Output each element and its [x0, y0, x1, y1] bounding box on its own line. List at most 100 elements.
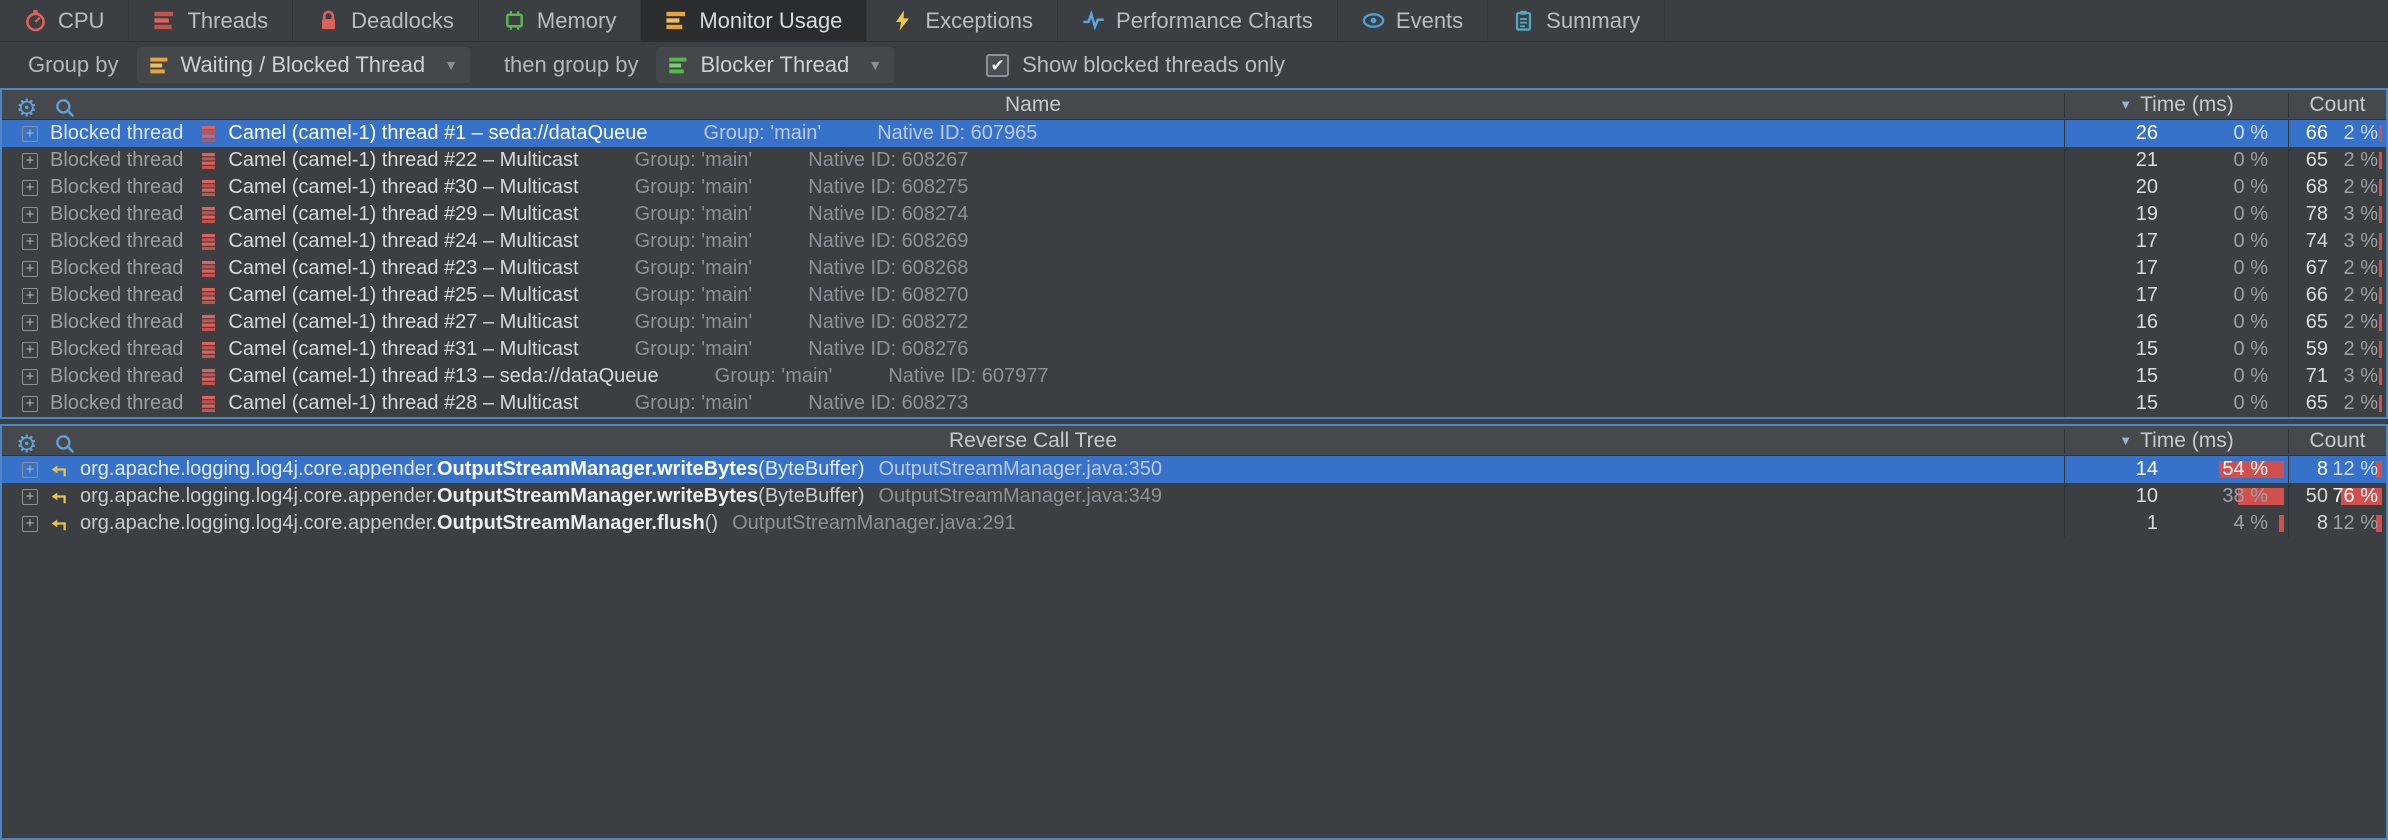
thread-native-id: Native ID: 607977	[888, 365, 1048, 388]
tab-summary[interactable]: Summary	[1488, 0, 1665, 41]
blocked-thread-row[interactable]: Blocked thread Camel (camel-1) thread #2…	[2, 282, 2386, 309]
expand-icon[interactable]	[22, 234, 38, 250]
expand-icon[interactable]	[22, 288, 38, 304]
exceptions-icon	[891, 9, 914, 32]
blocked-thread-icon	[201, 125, 216, 143]
blocked-thread-row[interactable]: Blocked thread Camel (camel-1) thread #1…	[2, 120, 2386, 147]
checkbox[interactable]: ✔	[986, 54, 1009, 77]
thread-native-id: Native ID: 608276	[808, 338, 968, 361]
thread-name-cell: Blocked thread Camel (camel-1) thread #2…	[2, 392, 2064, 415]
summary-icon	[1512, 9, 1535, 32]
view-tabbar: CPU Threads Deadlocks Memory Monitor Usa…	[0, 0, 2388, 42]
method-name: OutputStreamManager.flush	[437, 512, 705, 535]
count-percent-cell: 2 %	[2332, 120, 2386, 147]
then-group-by-dropdown[interactable]: Blocker Thread ▼	[656, 47, 894, 83]
tab-performance-charts[interactable]: Performance Charts	[1058, 0, 1338, 41]
group-by-label: Group by	[28, 52, 119, 78]
calltree-empty-area	[2, 537, 2386, 838]
sort-desc-icon: ▼	[2119, 433, 2132, 448]
time-percent-cell: 0 %	[2168, 147, 2288, 174]
blocker-thread-icon	[668, 55, 689, 76]
thread-name: Camel (camel-1) thread #13 – seda://data…	[228, 365, 658, 388]
expand-icon[interactable]	[22, 180, 38, 196]
count-value: 67	[2288, 255, 2332, 282]
time-column-header[interactable]: ▼ Time (ms)	[2064, 429, 2288, 453]
percent-bar	[2379, 368, 2382, 385]
gear-icon[interactable]: ⚙	[16, 432, 38, 456]
method-args: (ByteBuffer)	[758, 458, 864, 481]
tab-exceptions[interactable]: Exceptions	[867, 0, 1058, 41]
count-percent-cell: 2 %	[2332, 147, 2386, 174]
call-tree-row[interactable]: org.apache.logging.log4j.core.appender.O…	[2, 510, 2386, 537]
blocked-thread-row[interactable]: Blocked thread Camel (camel-1) thread #2…	[2, 228, 2386, 255]
count-percent-cell: 3 %	[2332, 201, 2386, 228]
expand-icon[interactable]	[22, 153, 38, 169]
thread-group: Group: 'main'	[635, 392, 753, 415]
tab-events[interactable]: Events	[1338, 0, 1488, 41]
time-percent: 0 %	[2234, 284, 2268, 306]
tab-deadlocks[interactable]: Deadlocks	[293, 0, 479, 41]
count-percent-cell: 2 %	[2332, 309, 2386, 336]
time-ms-value: 16	[2064, 309, 2168, 336]
count-column-header[interactable]: Count	[2288, 429, 2386, 453]
expand-icon[interactable]	[22, 207, 38, 223]
time-column-header[interactable]: ▼ Time (ms)	[2064, 93, 2288, 117]
chevron-down-icon: ▼	[444, 57, 458, 73]
expand-icon[interactable]	[22, 489, 38, 505]
expand-icon[interactable]	[22, 342, 38, 358]
tab-cpu[interactable]: CPU	[0, 0, 129, 41]
blocked-thread-row[interactable]: Blocked thread Camel (camel-1) thread #2…	[2, 201, 2386, 228]
thread-name: Camel (camel-1) thread #22 – Multicast	[228, 149, 578, 172]
expand-icon[interactable]	[22, 315, 38, 331]
expand-icon[interactable]	[22, 126, 38, 142]
expand-icon[interactable]	[22, 261, 38, 277]
name-column-header[interactable]: ⚙ Name	[2, 93, 2064, 117]
count-value: 65	[2288, 147, 2332, 174]
percent-bar	[2379, 125, 2382, 142]
expand-icon[interactable]	[22, 516, 38, 532]
column-label-time: Time (ms)	[2140, 429, 2234, 453]
thread-state-label: Blocked thread	[50, 284, 183, 307]
expand-icon[interactable]	[22, 369, 38, 385]
search-icon[interactable]	[54, 97, 76, 119]
profiler-window: CPU Threads Deadlocks Memory Monitor Usa…	[0, 0, 2388, 840]
thread-name: Camel (camel-1) thread #25 – Multicast	[228, 284, 578, 307]
group-by-dropdown[interactable]: Waiting / Blocked Thread ▼	[137, 47, 470, 83]
show-blocked-threads-only[interactable]: ✔ Show blocked threads only	[986, 52, 1285, 78]
tab-threads[interactable]: Threads	[129, 0, 293, 41]
back-trace-icon	[50, 515, 68, 533]
blocked-thread-row[interactable]: Blocked thread Camel (camel-1) thread #3…	[2, 336, 2386, 363]
count-percent: 12 %	[2332, 458, 2378, 480]
blocked-thread-row[interactable]: Blocked thread Camel (camel-1) thread #2…	[2, 255, 2386, 282]
time-percent: 0 %	[2234, 122, 2268, 144]
thread-name-cell: Blocked thread Camel (camel-1) thread #2…	[2, 149, 2064, 172]
thread-state-label: Blocked thread	[50, 122, 183, 145]
thread-name: Camel (camel-1) thread #29 – Multicast	[228, 203, 578, 226]
count-column-header[interactable]: Count	[2288, 93, 2386, 117]
gear-icon[interactable]: ⚙	[16, 96, 38, 120]
tab-memory[interactable]: Memory	[479, 0, 641, 41]
blocked-thread-icon	[201, 206, 216, 224]
time-percent-cell: 4 %	[2168, 510, 2288, 537]
count-value: 66	[2288, 282, 2332, 309]
search-icon[interactable]	[54, 433, 76, 455]
call-tree-row[interactable]: org.apache.logging.log4j.core.appender.O…	[2, 483, 2386, 510]
thread-name: Camel (camel-1) thread #23 – Multicast	[228, 257, 578, 280]
blocked-thread-row[interactable]: Blocked thread Camel (camel-1) thread #1…	[2, 363, 2386, 390]
blocked-thread-row[interactable]: Blocked thread Camel (camel-1) thread #3…	[2, 174, 2386, 201]
blocked-thread-row[interactable]: Blocked thread Camel (camel-1) thread #2…	[2, 390, 2386, 417]
count-percent-cell: 3 %	[2332, 363, 2386, 390]
table-tools: ⚙	[16, 93, 76, 123]
expand-icon[interactable]	[22, 396, 38, 412]
tab-label: Summary	[1546, 8, 1640, 34]
blocked-thread-row[interactable]: Blocked thread Camel (camel-1) thread #2…	[2, 309, 2386, 336]
time-percent: 0 %	[2234, 176, 2268, 198]
calltree-title-header[interactable]: ⚙ Reverse Call Tree	[2, 429, 2064, 453]
tab-label: Monitor Usage	[699, 8, 842, 34]
expand-icon[interactable]	[22, 462, 38, 478]
blocked-thread-row[interactable]: Blocked thread Camel (camel-1) thread #2…	[2, 147, 2386, 174]
method-cell: org.apache.logging.log4j.core.appender.O…	[2, 512, 2064, 535]
call-tree-row[interactable]: org.apache.logging.log4j.core.appender.O…	[2, 456, 2386, 483]
time-ms-value: 15	[2064, 336, 2168, 363]
tab-monitor-usage[interactable]: Monitor Usage	[641, 0, 867, 41]
